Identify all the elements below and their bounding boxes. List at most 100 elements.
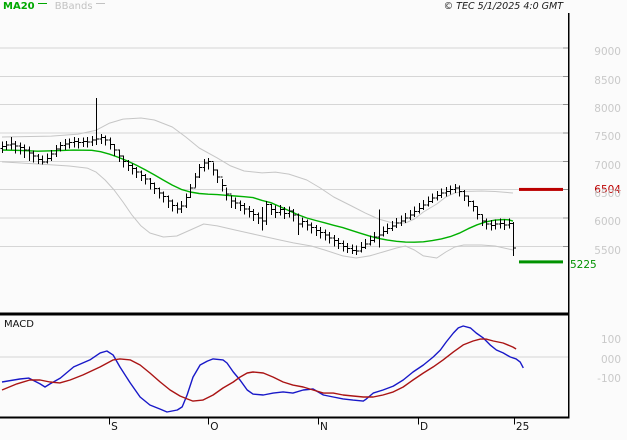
bollinger-lower-line xyxy=(1,161,514,259)
x-axis-month-label: D xyxy=(419,421,429,433)
ohlc-bar xyxy=(435,190,440,201)
ohlc-bar xyxy=(85,136,90,148)
ohlc-bar xyxy=(18,142,23,155)
ohlc-bar xyxy=(359,241,364,253)
stock-chart-root: MA20 BBands © TEC 5/1/2025 4:0 GMT MACD … xyxy=(0,0,627,440)
ohlc-bar xyxy=(134,166,139,178)
support-level-label: 5225 xyxy=(570,258,597,271)
ohlc-bar xyxy=(0,141,5,153)
chart-canvas xyxy=(0,13,570,425)
price-axis-label: 6500 xyxy=(594,187,621,200)
ohlc-bars xyxy=(0,97,516,256)
macd-axis-label: 000 xyxy=(600,353,621,366)
ohlc-bar xyxy=(63,139,68,150)
ohlc-bar xyxy=(480,214,485,226)
ohlc-bar xyxy=(103,135,108,146)
legend-ma20-swatch-icon xyxy=(37,3,47,7)
ohlc-bar xyxy=(345,242,350,254)
ohlc-bar xyxy=(453,183,458,194)
ohlc-bar xyxy=(314,224,319,237)
price-axis-label: 9000 xyxy=(594,46,621,59)
macd-line xyxy=(1,325,524,413)
ohlc-bar xyxy=(444,186,449,197)
ohlc-bar xyxy=(9,136,14,150)
macd-axis-label: 100 xyxy=(600,334,621,346)
macd-signal-line xyxy=(1,338,517,402)
ohlc-bar xyxy=(13,140,18,154)
ohlc-bar xyxy=(291,208,296,222)
ohlc-bar xyxy=(36,153,41,165)
ohlc-bar xyxy=(157,187,162,199)
ohlc-bar xyxy=(502,219,507,230)
ohlc-bar xyxy=(184,193,189,208)
price-axis-label: 6000 xyxy=(594,216,621,229)
ohlc-bar xyxy=(327,232,332,244)
ohlc-bar xyxy=(211,160,216,176)
ohlc-bar xyxy=(108,137,113,150)
ohlc-bar xyxy=(179,200,184,213)
ohlc-bar xyxy=(247,206,252,218)
ohlc-bar xyxy=(426,196,431,207)
ohlc-bar xyxy=(67,138,72,149)
ohlc-bar xyxy=(363,238,368,250)
ohlc-bar xyxy=(242,203,247,215)
ohlc-bar xyxy=(493,219,498,230)
ohlc-bar xyxy=(269,203,274,216)
ohlc-bar xyxy=(40,155,45,165)
ohlc-bar xyxy=(170,199,175,212)
ohlc-bar xyxy=(448,185,453,195)
ohlc-bar xyxy=(161,191,166,203)
ohlc-bar xyxy=(305,219,310,231)
ohlc-bar xyxy=(273,205,278,218)
ohlc-bar xyxy=(193,173,198,189)
panel-separator xyxy=(0,312,569,316)
ohlc-bar xyxy=(90,135,95,147)
macd-axis-label: -100 xyxy=(597,373,621,385)
macd-panel-title: MACD xyxy=(4,319,34,330)
ohlc-bar xyxy=(130,163,135,175)
ohlc-bar xyxy=(215,169,220,183)
ohlc-bar xyxy=(112,143,117,157)
ohlc-bar xyxy=(81,137,86,148)
ohlc-bar xyxy=(139,170,144,182)
x-axis-month-label: S xyxy=(111,421,118,433)
price-axis-label: 7000 xyxy=(594,159,621,172)
legend-ma20-label: MA20 xyxy=(3,1,35,12)
bottom-axis-line xyxy=(0,416,569,419)
price-axis-label: 7500 xyxy=(594,131,621,144)
ohlc-bar xyxy=(511,221,516,256)
ohlc-bar xyxy=(233,197,238,209)
resistance-level-line xyxy=(519,187,563,191)
ohlc-bar xyxy=(4,140,9,150)
chart-legend: MA20 BBands xyxy=(3,1,110,12)
ohlc-bar xyxy=(430,193,435,204)
ohlc-bar xyxy=(484,218,489,230)
price-axis-label: 8000 xyxy=(594,102,621,115)
ohlc-bar xyxy=(260,207,265,231)
ohlc-bar xyxy=(417,203,422,214)
ohlc-bar xyxy=(377,209,382,248)
x-axis-month-label: 25 xyxy=(515,421,530,433)
copyright-text: © TEC 5/1/2025 4:0 GMT xyxy=(443,1,563,12)
ohlc-bar xyxy=(45,153,50,164)
ohlc-bar xyxy=(99,134,104,144)
ohlc-bar xyxy=(332,234,337,247)
ohlc-bar xyxy=(76,138,81,149)
price-axis-label: 8500 xyxy=(594,74,621,87)
ohlc-bar xyxy=(264,200,269,225)
ohlc-bar xyxy=(224,185,229,201)
ohlc-bar xyxy=(296,213,301,235)
ohlc-bar xyxy=(489,220,494,231)
ohlc-bar xyxy=(251,208,256,221)
ohlc-bar xyxy=(166,195,171,208)
bollinger-upper-line xyxy=(1,117,514,224)
legend-bbands-label: BBands xyxy=(54,1,93,12)
ohlc-bar xyxy=(238,200,243,212)
ohlc-bar xyxy=(412,206,417,217)
ohlc-bar xyxy=(318,227,323,239)
ohlc-bar xyxy=(421,199,426,211)
ohlc-bar xyxy=(27,146,32,161)
ohlc-bar xyxy=(206,157,211,170)
ohlc-bar xyxy=(354,245,359,255)
ohlc-bar xyxy=(336,237,341,250)
